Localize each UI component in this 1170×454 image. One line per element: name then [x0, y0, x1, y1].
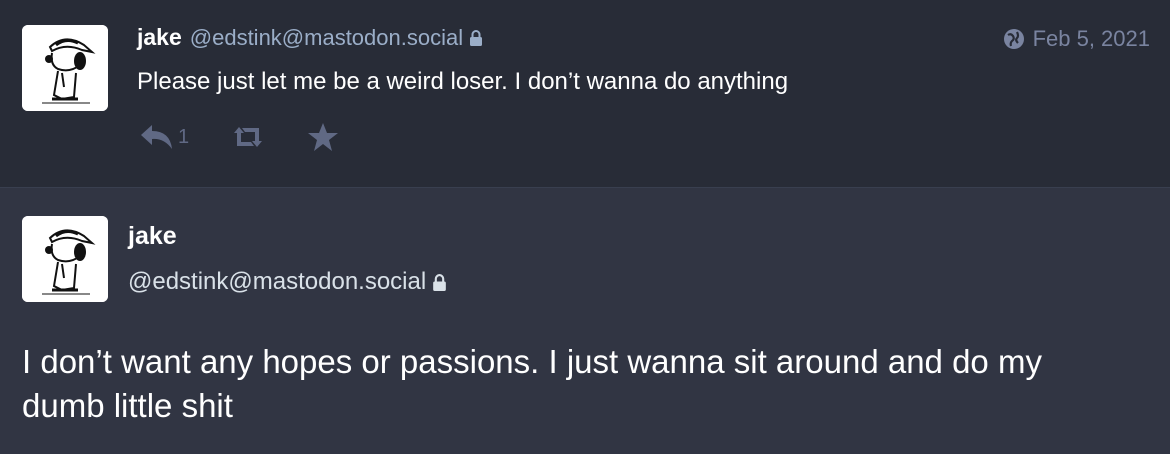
star-icon [308, 123, 339, 151]
detailed-status: jake @edstink@mastodon.social I don’t wa… [0, 188, 1170, 453]
boost-button[interactable] [231, 124, 265, 150]
lock-icon [470, 29, 483, 46]
snoopy-avatar-image [22, 216, 108, 302]
reply-button[interactable]: 1 [140, 123, 189, 151]
reply-icon [141, 125, 172, 149]
favourite-button[interactable] [307, 122, 339, 152]
globe-icon [1003, 29, 1024, 49]
status-card[interactable]: jake @edstink@mastodon.social Feb 5, 202… [0, 0, 1170, 188]
account-handle-text: @edstink@mastodon.social [189, 24, 464, 50]
detail-status-content: I don’t want any hopes or passions. I ju… [22, 343, 1042, 424]
account-handle[interactable]: @edstink@mastodon.social [190, 25, 483, 51]
detail-avatar[interactable] [22, 216, 108, 302]
snoopy-avatar-image [22, 25, 108, 111]
avatar[interactable] [22, 25, 108, 111]
status-header: jake @edstink@mastodon.social [137, 24, 483, 51]
status-actions: 1 [140, 122, 339, 152]
detail-display-name[interactable]: jake [128, 222, 177, 251]
date-text: Feb 5, 2021 [1032, 26, 1150, 51]
boost-icon [234, 127, 263, 147]
detail-account-handle[interactable]: @edstink@mastodon.social [128, 268, 447, 296]
status-date[interactable]: Feb 5, 2021 [1003, 26, 1150, 52]
detail-account-handle-text: @edstink@mastodon.social [128, 268, 427, 295]
status-content: Please just let me be a weird loser. I d… [137, 68, 789, 95]
lock-icon [433, 273, 447, 291]
display-name[interactable]: jake [137, 24, 182, 51]
reply-count: 1 [178, 125, 190, 148]
